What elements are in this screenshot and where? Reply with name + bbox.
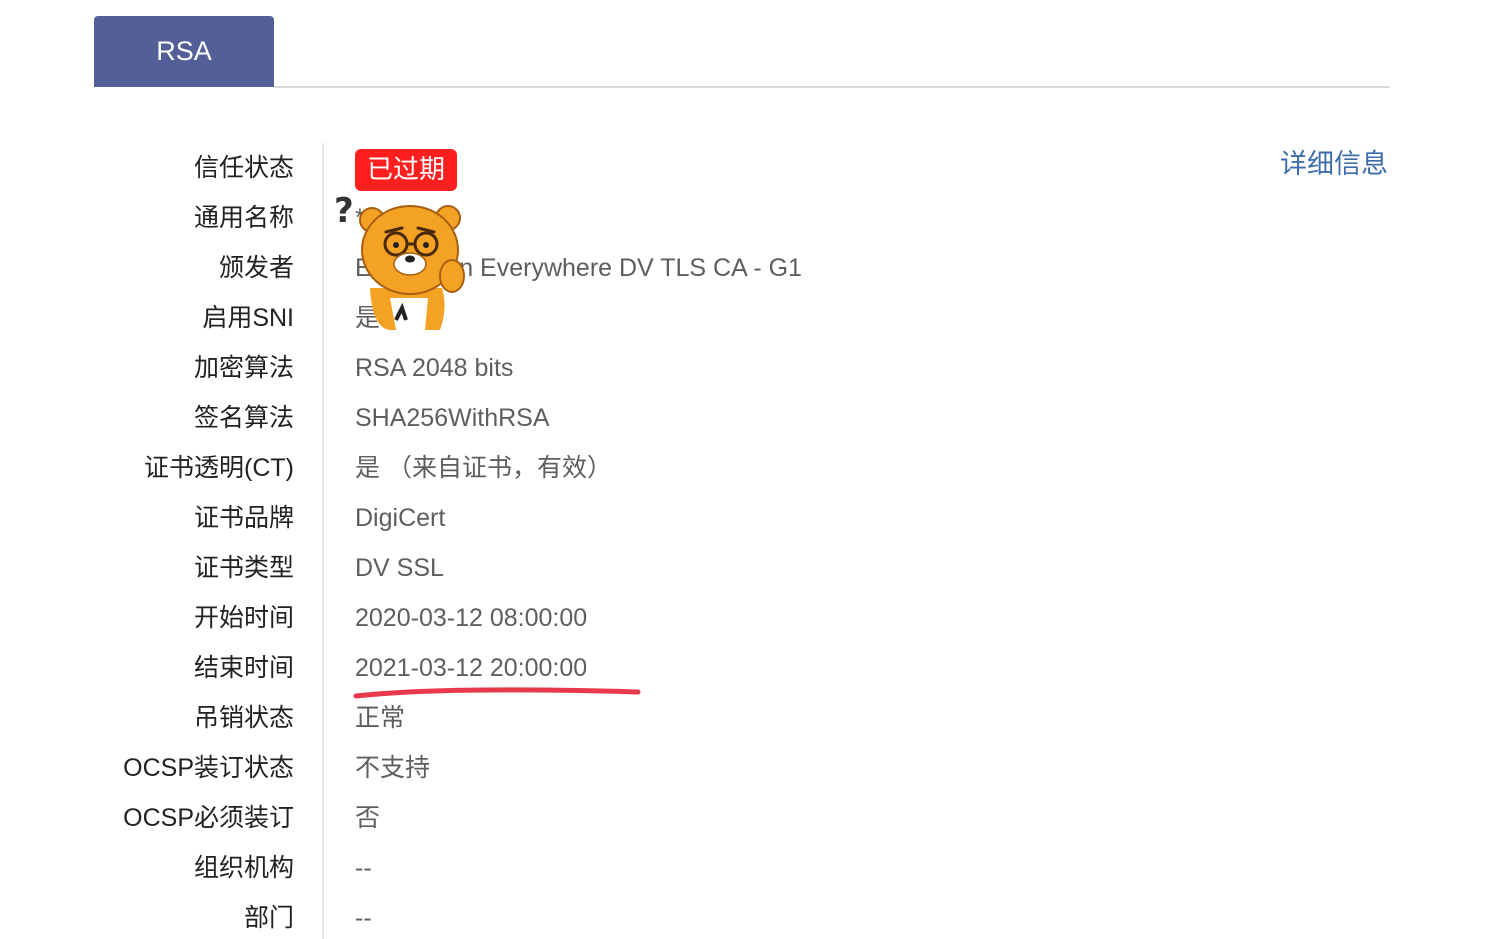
label-cert-type: 证书类型 bbox=[193, 554, 294, 582]
red-underline-annotation bbox=[353, 687, 641, 699]
value-issuer: Encryption Everywhere DV TLS CA - G1 bbox=[355, 254, 802, 282]
label-ocsp-stapling: OCSP装订状态 bbox=[123, 754, 294, 782]
label-start-time: 开始时间 bbox=[193, 604, 294, 632]
label-signature-algorithm: 签名算法 bbox=[193, 404, 294, 432]
value-department: -- bbox=[355, 904, 372, 932]
label-sni: 启用SNI bbox=[202, 304, 294, 332]
label-revocation-status: 吊销状态 bbox=[193, 704, 294, 732]
value-organization: -- bbox=[355, 854, 372, 882]
field-values: 已过期 *. .com Encryption Everywhere DV TLS… bbox=[355, 143, 1255, 939]
label-trust-status: 信任状态 bbox=[193, 154, 294, 182]
value-start-time: 2020-03-12 08:00:00 bbox=[355, 604, 588, 632]
label-issuer: 颁发者 bbox=[218, 254, 294, 282]
tab-bar: RSA bbox=[94, 16, 1390, 88]
column-divider bbox=[322, 143, 324, 939]
value-key-algorithm: RSA 2048 bits bbox=[355, 354, 514, 382]
thinking-bear-sticker-icon: ? bbox=[334, 191, 465, 330]
label-department: 部门 bbox=[243, 904, 294, 932]
certificate-details-page: RSA 详细信息 信任状态 通用名称 颁发者 启用SNI 加密算法 签名算法 证… bbox=[0, 0, 1500, 939]
value-common-name: *. .com bbox=[355, 193, 1255, 243]
value-signature-algorithm: SHA256WithRSA bbox=[355, 404, 550, 432]
value-ocsp-stapling: 不支持 bbox=[355, 754, 431, 782]
value-trust-status: 已过期 bbox=[355, 143, 1255, 193]
label-brand: 证书品牌 bbox=[193, 504, 294, 532]
value-cert-type: DV SSL bbox=[355, 554, 444, 582]
value-ct: 是 （来自证书，有效） bbox=[355, 454, 612, 482]
value-brand: DigiCert bbox=[355, 504, 446, 532]
tab-bar-divider bbox=[274, 86, 1390, 88]
label-key-algorithm: 加密算法 bbox=[193, 354, 294, 382]
details-link[interactable]: 详细信息 bbox=[1280, 143, 1388, 185]
value-sni: 是 bbox=[355, 304, 381, 332]
label-ocsp-must-staple: OCSP必须装订 bbox=[123, 804, 294, 832]
label-end-time: 结束时间 bbox=[193, 654, 294, 682]
label-ct: 证书透明(CT) bbox=[144, 454, 294, 482]
label-common-name: 通用名称 bbox=[193, 204, 294, 232]
tab-rsa[interactable]: RSA bbox=[94, 16, 274, 87]
status-badge: 已过期 bbox=[355, 149, 458, 192]
field-labels: 信任状态 通用名称 颁发者 启用SNI 加密算法 签名算法 证书透明(CT) 证… bbox=[60, 143, 294, 939]
label-organization: 组织机构 bbox=[193, 854, 294, 882]
svg-text:?: ? bbox=[334, 191, 354, 231]
value-ocsp-must-staple: 否 bbox=[355, 804, 381, 832]
